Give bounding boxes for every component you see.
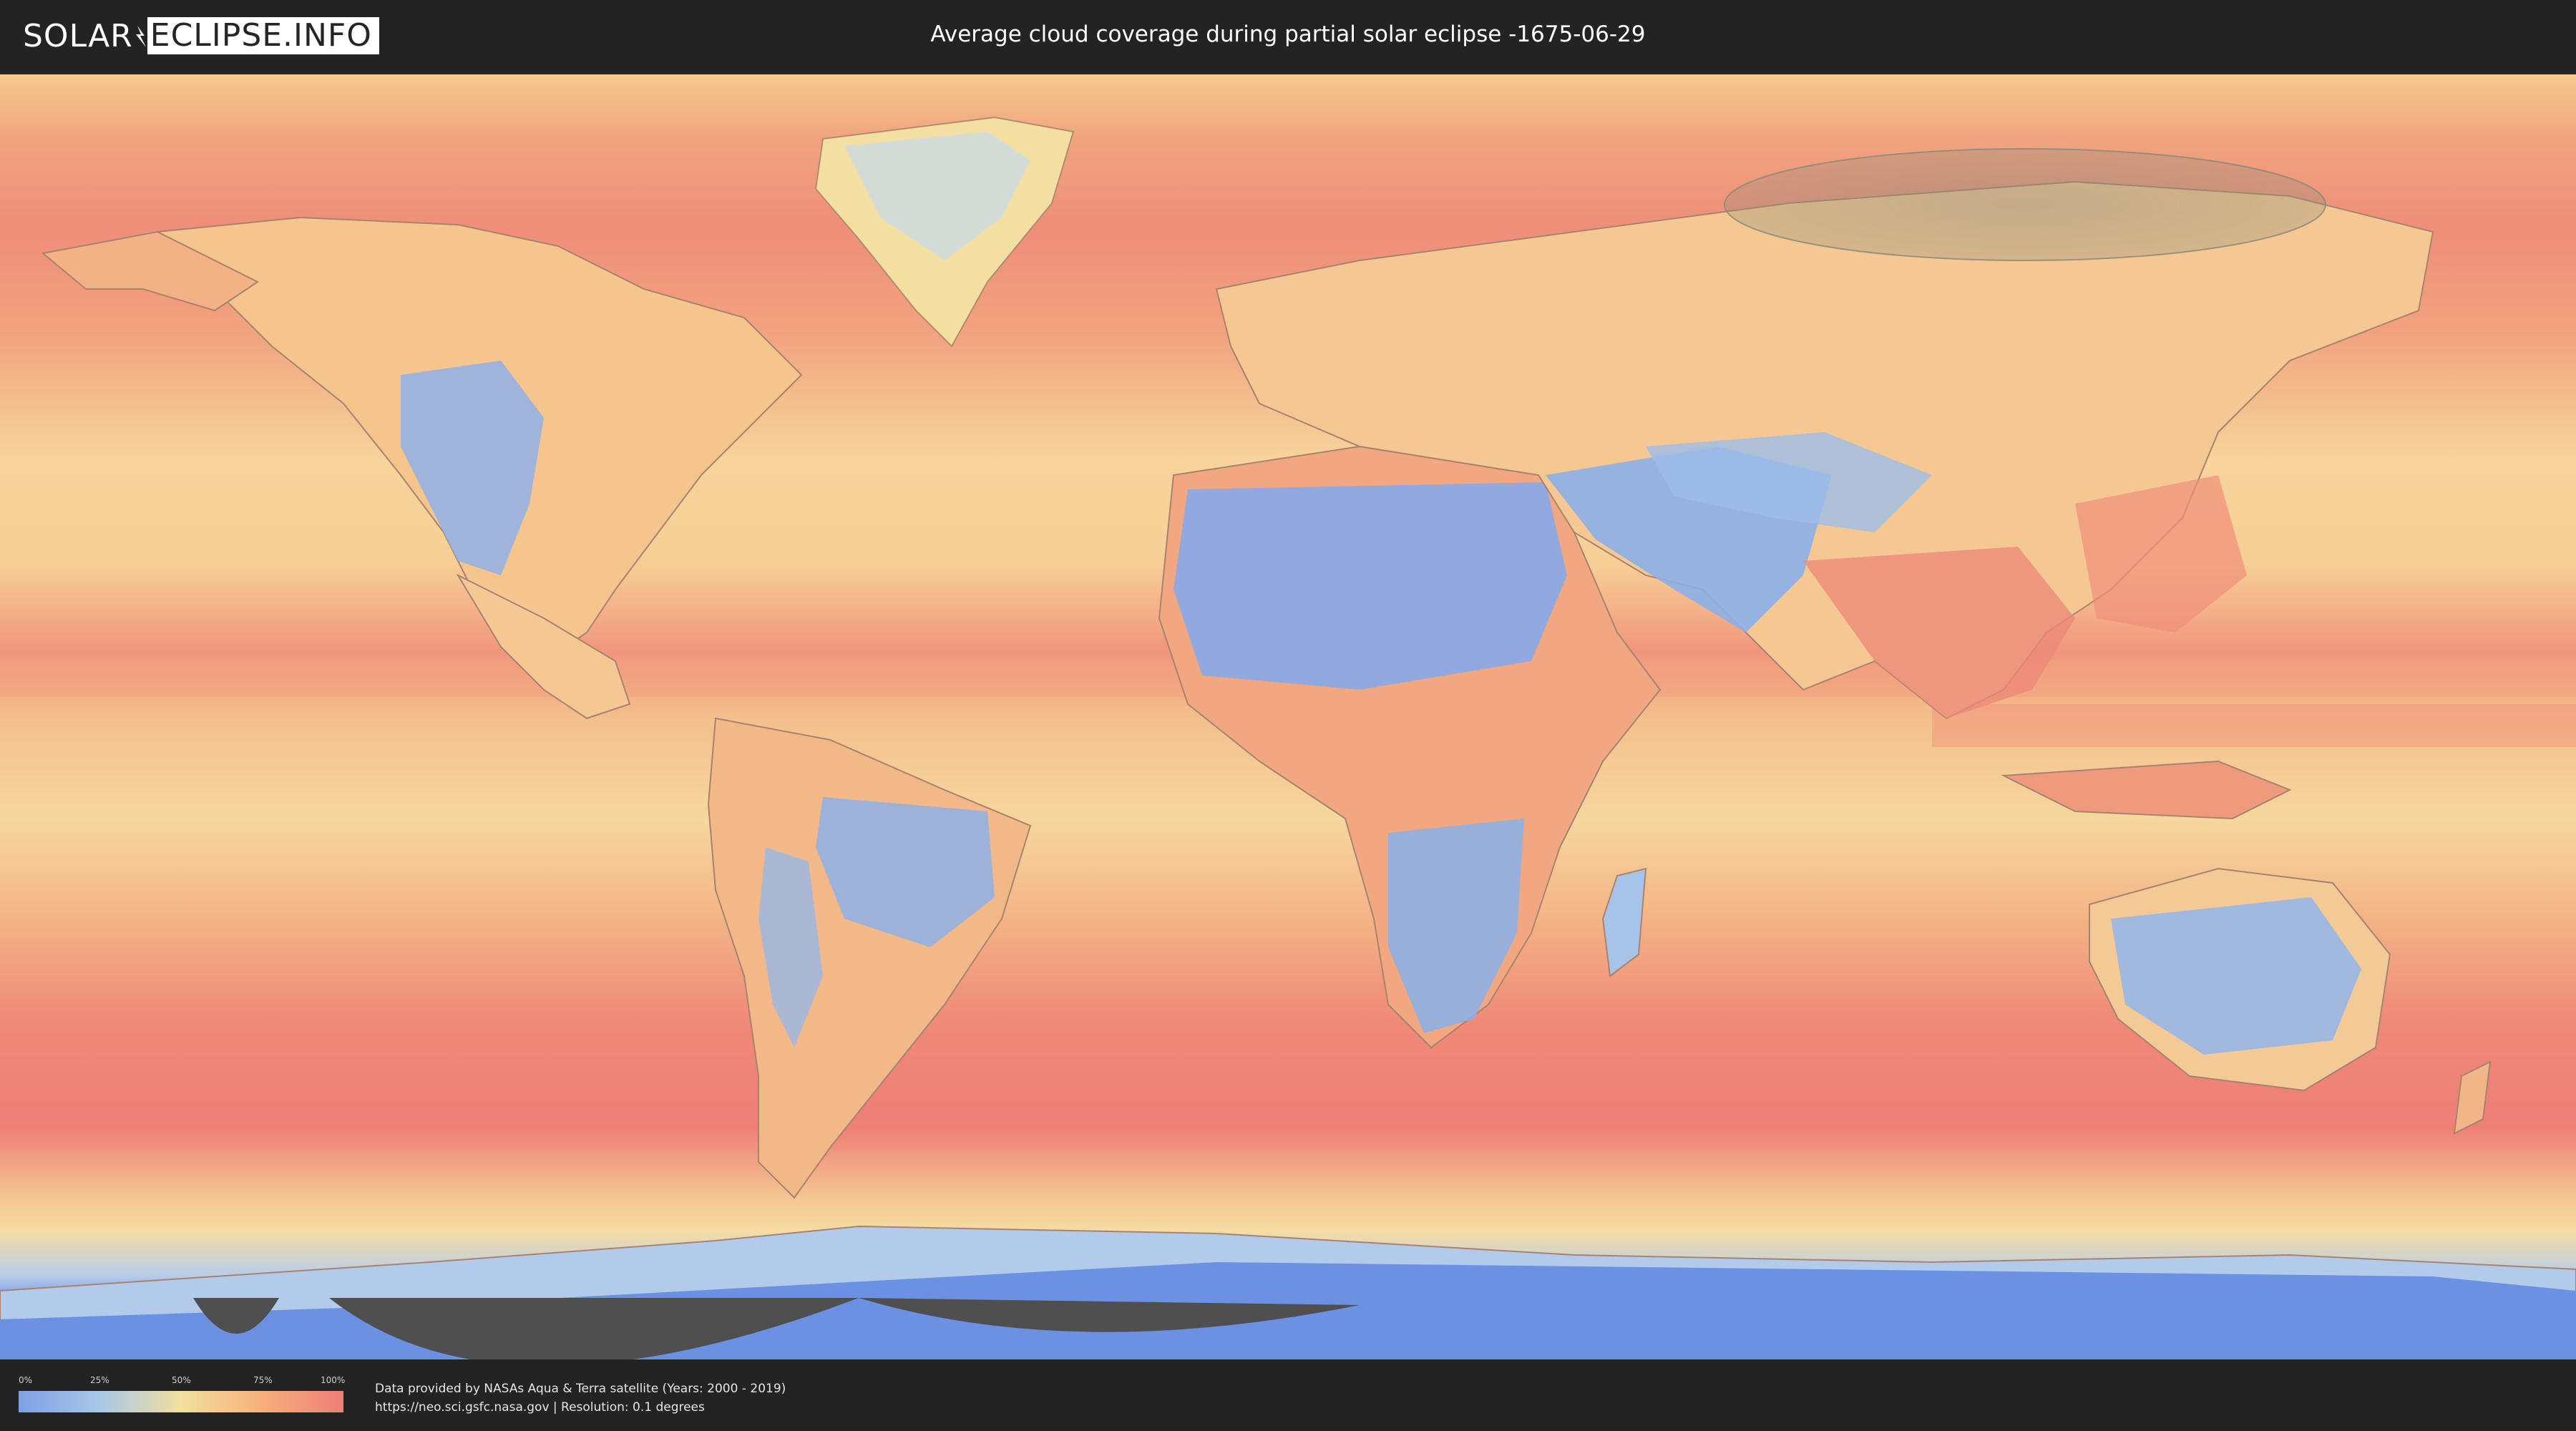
page-title: Average cloud coverage during partial so…: [930, 21, 1646, 47]
cloud-coverage-legend-bar: [19, 1391, 343, 1412]
legend-tick-100: 100%: [321, 1375, 346, 1385]
itcz-band-pacific: [1932, 704, 2576, 747]
data-credits: Data provided by NASAs Aqua & Terra sate…: [375, 1379, 786, 1417]
legend-tick-labels: 0% 25% 50% 75% 100%: [19, 1375, 346, 1387]
legend-tick-25: 25%: [90, 1375, 109, 1385]
credits-line-1: Data provided by NASAs Aqua & Terra sate…: [375, 1382, 786, 1396]
cloud-coverage-map[interactable]: [0, 74, 2576, 1359]
sahara-clear: [1174, 482, 1567, 690]
credits-line-2: https://neo.sci.gsfc.nasa.gov | Resoluti…: [375, 1400, 705, 1415]
world-map-svg: [0, 74, 2576, 1359]
legend-tick-0: 0%: [19, 1375, 33, 1385]
header-bar: SOLAR ECLIPSE.INFO Average cloud coverag…: [0, 0, 2576, 72]
legend-tick-50: 50%: [172, 1375, 191, 1385]
eclipse-visibility-zone: [1724, 148, 2326, 261]
legend-tick-75: 75%: [253, 1375, 273, 1385]
